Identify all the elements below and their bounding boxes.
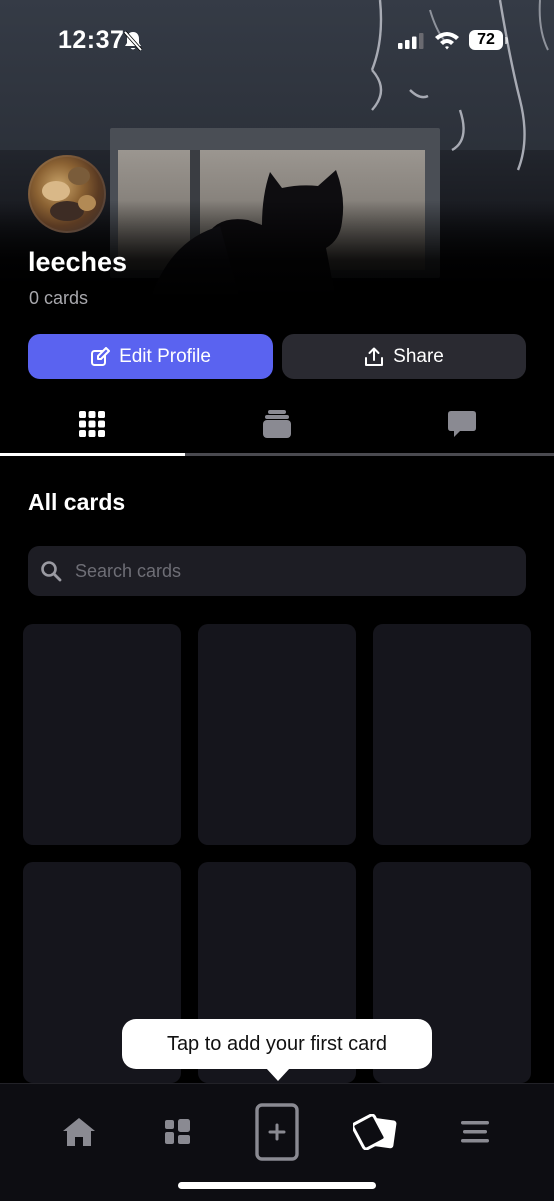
share-label: Share: [393, 345, 444, 367]
tab-comments[interactable]: [370, 396, 554, 452]
tab-stack[interactable]: [185, 396, 369, 452]
profile-tabs: [0, 396, 554, 456]
cellular-signal-icon: [398, 33, 426, 54]
tab-grid[interactable]: [0, 396, 184, 452]
silent-bell-icon: [122, 30, 144, 57]
card-stack-icon: [263, 410, 291, 438]
wifi-icon: [434, 30, 460, 55]
battery-indicator: 72: [469, 30, 508, 50]
tooltip-text: Tap to add your first card: [166, 1032, 388, 1055]
nav-menu[interactable]: [435, 1084, 515, 1179]
card-placeholder[interactable]: [198, 624, 356, 845]
card-placeholder[interactable]: [23, 624, 181, 845]
dashboard-icon: [165, 1118, 190, 1144]
chat-icon: [448, 411, 476, 437]
nav-cards[interactable]: [336, 1084, 416, 1179]
share-button[interactable]: Share: [282, 334, 526, 379]
add-card-tooltip[interactable]: Tap to add your first card: [122, 1019, 432, 1081]
nav-add-card[interactable]: [237, 1084, 317, 1179]
section-title: All cards: [28, 489, 126, 515]
home-indicator: [178, 1182, 376, 1189]
grid-icon: [79, 411, 105, 437]
search-bar[interactable]: [28, 546, 526, 596]
nav-dashboard[interactable]: [138, 1084, 218, 1179]
card-placeholder[interactable]: [373, 624, 531, 845]
menu-icon: [461, 1120, 489, 1142]
home-icon: [63, 1117, 95, 1146]
tab-underline: [0, 453, 554, 456]
share-icon: [365, 347, 384, 366]
add-card-icon: [255, 1102, 299, 1161]
edit-icon: [91, 346, 111, 366]
avatar[interactable]: [28, 155, 106, 233]
edit-profile-label: Edit Profile: [119, 345, 211, 367]
nav-home[interactable]: [39, 1084, 119, 1179]
tab-active-indicator: [0, 453, 185, 456]
profile-username: leeches: [28, 247, 128, 277]
status-bar: 12:37 72: [0, 0, 554, 84]
search-icon: [41, 561, 62, 582]
search-input[interactable]: [73, 559, 497, 583]
profile-card-count: 0 cards: [29, 288, 89, 308]
edit-profile-button[interactable]: Edit Profile: [28, 334, 273, 379]
status-time: 12:37: [58, 26, 125, 54]
cards-icon: [353, 1113, 397, 1150]
